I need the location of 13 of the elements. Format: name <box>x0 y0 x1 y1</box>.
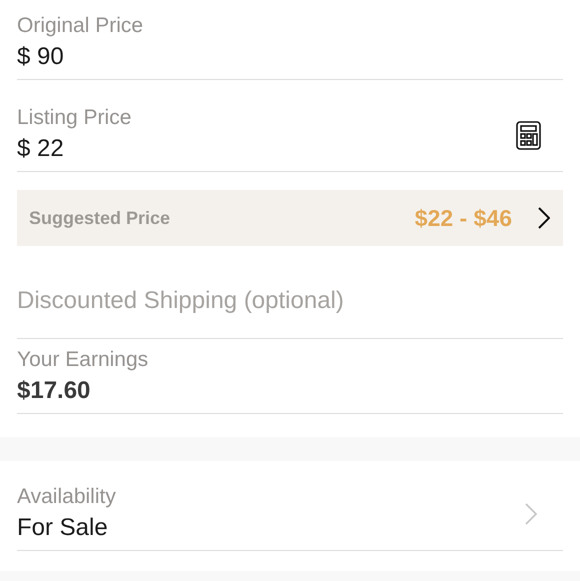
shipping-field[interactable]: Discounted Shipping (optional) <box>17 284 563 318</box>
chevron-icon <box>538 207 550 229</box>
calculator-icon[interactable] <box>516 120 541 150</box>
field-label: Listing Price <box>17 105 132 131</box>
price-range: $22 - $46 <box>414 204 512 232</box>
suggested-price-label: Suggested Price <box>29 208 172 228</box>
field-label: Original Price <box>17 13 144 39</box>
price-value[interactable]: $ 22 <box>17 132 64 166</box>
availability-value: For Sale <box>17 513 108 543</box>
field-label: Your Earnings <box>17 347 148 373</box>
earnings-value: $17.60 <box>17 376 90 406</box>
price-value[interactable]: $ 90 <box>17 40 64 74</box>
field-label: Availability <box>17 484 116 510</box>
